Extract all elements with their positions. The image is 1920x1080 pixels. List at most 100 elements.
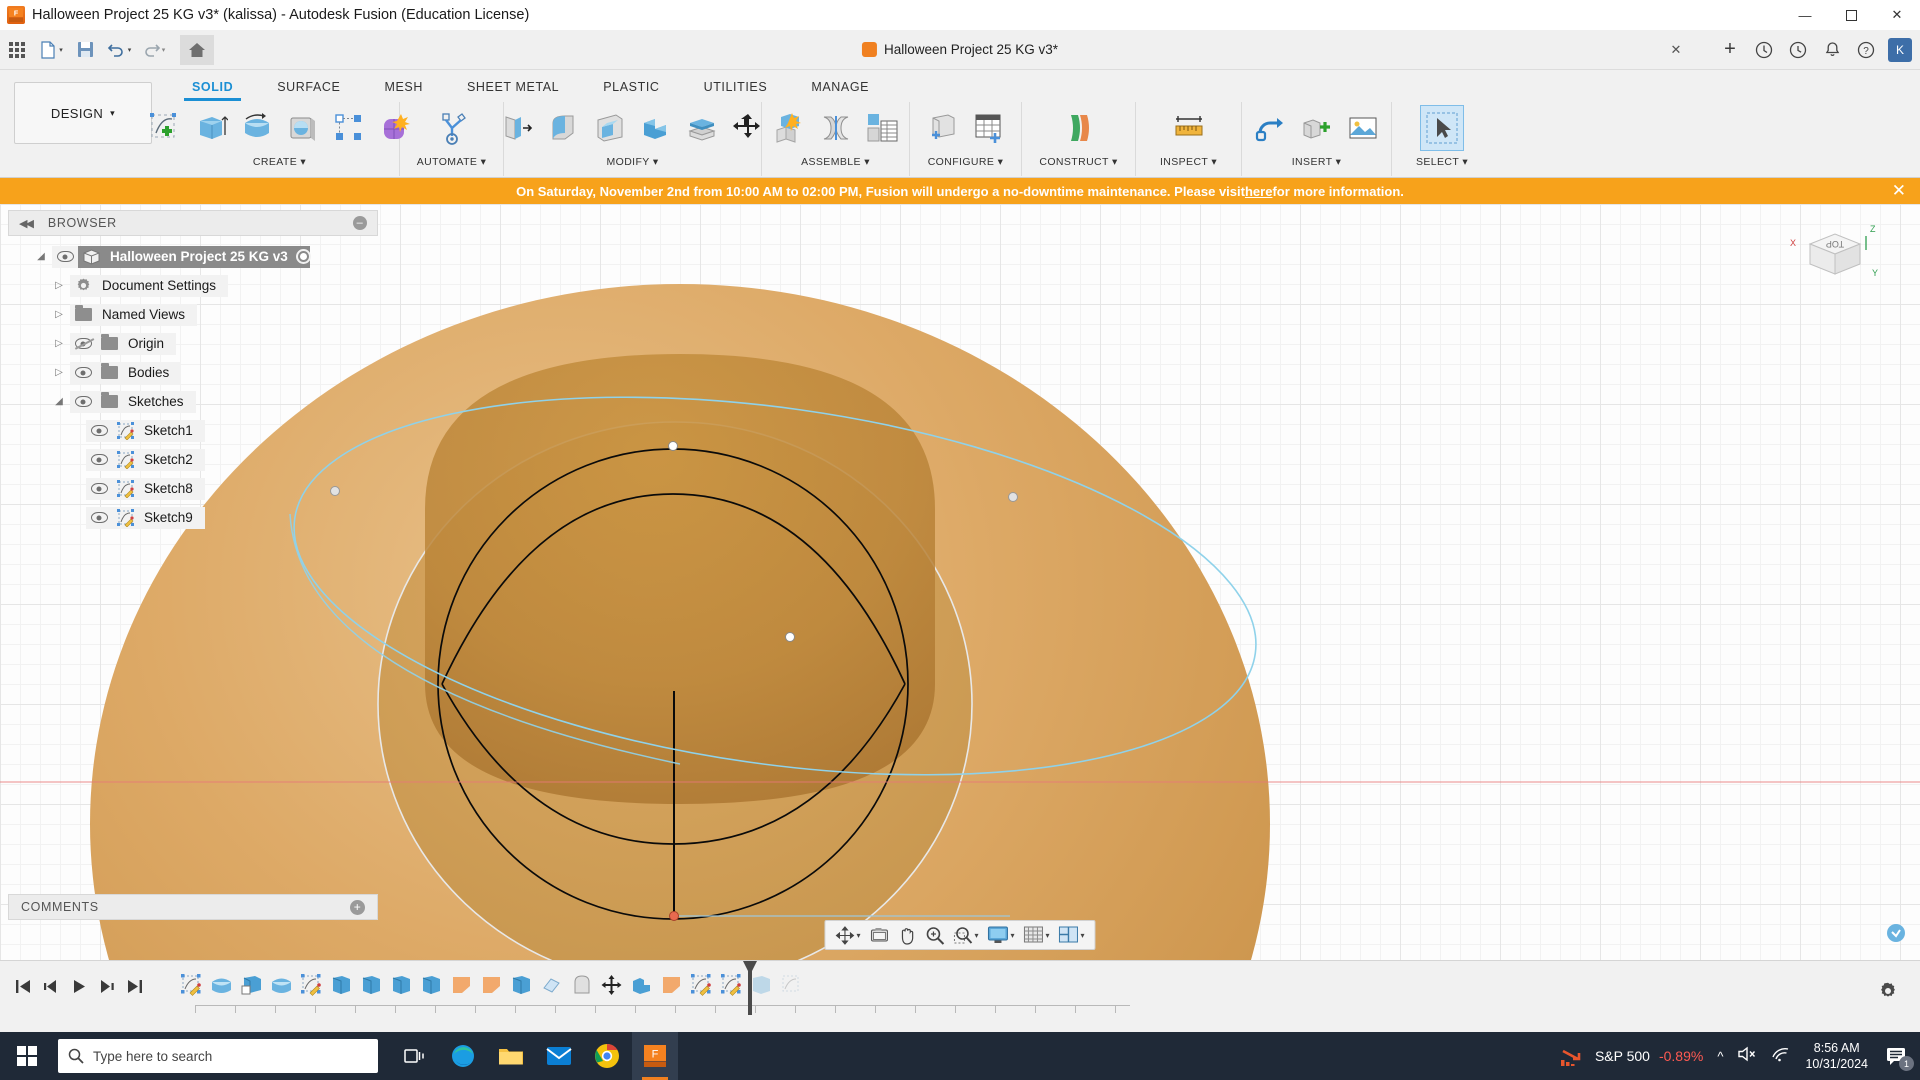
- zoom-window-icon[interactable]: ▾: [949, 922, 982, 948]
- tree-node-sketch2[interactable]: Sketch2: [86, 445, 378, 474]
- shell-icon[interactable]: [588, 105, 632, 151]
- timeline-feature-sketch[interactable]: [688, 969, 715, 1001]
- visibility-icon[interactable]: [70, 390, 96, 413]
- workspace-switcher[interactable]: DESIGN ▾: [14, 82, 152, 144]
- recent-icon[interactable]: [1782, 34, 1814, 66]
- select-arrow-icon[interactable]: [1420, 105, 1464, 151]
- tray-overflow-icon[interactable]: ^: [1717, 1049, 1723, 1064]
- tab-solid[interactable]: SOLID: [170, 76, 255, 101]
- grid-snaps-icon[interactable]: ▾: [1020, 922, 1054, 948]
- expander-icon[interactable]: ▷: [48, 309, 70, 320]
- tab-utilities[interactable]: UTILITIES: [682, 76, 790, 101]
- expander-icon[interactable]: ◢: [48, 396, 70, 407]
- timeline-feature-revolve[interactable]: [208, 969, 235, 1001]
- wifi-icon[interactable]: [1771, 1046, 1791, 1067]
- mail-icon[interactable]: [536, 1032, 582, 1080]
- taskbar-clock[interactable]: 8:56 AM 10/31/2024: [1805, 1040, 1868, 1072]
- timeline-feature-combine[interactable]: [628, 969, 655, 1001]
- tree-node-sketch9[interactable]: Sketch9: [86, 503, 378, 532]
- select-panel-label[interactable]: SELECT ▾: [1416, 154, 1468, 170]
- tree-node-sketch1[interactable]: Sketch1: [86, 416, 378, 445]
- visibility-icon[interactable]: [86, 448, 112, 471]
- viewport[interactable]: ◀◀ BROWSER – ◢ Halloween Project 25 KG v…: [0, 204, 1920, 960]
- tree-node-named-views[interactable]: ▷ Named Views: [48, 300, 378, 329]
- pan-icon[interactable]: [894, 922, 920, 948]
- modify-panel-label[interactable]: MODIFY ▾: [606, 154, 658, 170]
- canvas-icon[interactable]: [1341, 105, 1385, 151]
- save-icon[interactable]: [70, 35, 100, 65]
- new-component-icon[interactable]: [768, 105, 812, 151]
- timeline-feature-cut[interactable]: [448, 969, 475, 1001]
- visibility-icon[interactable]: [86, 419, 112, 442]
- tree-node-sketch8[interactable]: Sketch8: [86, 474, 378, 503]
- measure-icon[interactable]: [1167, 105, 1211, 151]
- component-activate-radio[interactable]: [295, 249, 311, 264]
- step-back-icon[interactable]: [38, 973, 64, 999]
- task-view-icon[interactable]: [392, 1032, 438, 1080]
- construct-panel-label[interactable]: CONSTRUCT ▾: [1039, 154, 1117, 170]
- extrude-icon[interactable]: [189, 105, 233, 151]
- step-forward-icon[interactable]: [94, 973, 120, 999]
- draft-icon[interactable]: [634, 105, 678, 151]
- tree-node-document-settings[interactable]: ▷ Document Settings: [48, 271, 378, 300]
- minimize-button[interactable]: —: [1782, 0, 1828, 30]
- start-button[interactable]: [0, 1032, 54, 1080]
- sweep-icon[interactable]: [281, 105, 325, 151]
- configured-component-icon[interactable]: [921, 105, 965, 151]
- expander-icon[interactable]: ▷: [48, 280, 70, 291]
- redo-icon[interactable]: ▾: [138, 35, 168, 65]
- maximize-button[interactable]: [1828, 0, 1874, 30]
- browser-minimize-icon[interactable]: –: [353, 216, 367, 230]
- collapse-browser-icon[interactable]: ◀◀: [19, 217, 34, 230]
- assemble-panel-label[interactable]: ASSEMBLE ▾: [801, 154, 870, 170]
- create-sketch-icon[interactable]: [143, 105, 187, 151]
- fillet-icon[interactable]: [542, 105, 586, 151]
- add-comment-icon[interactable]: +: [350, 899, 365, 915]
- revolve-icon[interactable]: [235, 105, 279, 151]
- fusion-taskbar-icon[interactable]: F: [632, 1032, 678, 1080]
- timeline-feature-sketch[interactable]: [298, 969, 325, 1001]
- timeline-feature-sketch[interactable]: [178, 969, 205, 1001]
- taskbar-search[interactable]: Type here to search: [58, 1039, 378, 1073]
- banner-close-icon[interactable]: ✕: [1892, 181, 1906, 201]
- home-icon[interactable]: [180, 34, 214, 65]
- timeline-feature-fillet[interactable]: [538, 969, 565, 1001]
- timeline-settings-gear-icon[interactable]: [1878, 981, 1898, 1006]
- chevron-down-icon[interactable]: ▾: [1046, 931, 1050, 940]
- timeline-feature-extrude[interactable]: [358, 969, 385, 1001]
- motion-study-icon[interactable]: [860, 105, 904, 151]
- timeline-feature-cut[interactable]: [478, 969, 505, 1001]
- pattern-icon[interactable]: [327, 105, 371, 151]
- document-tab[interactable]: Halloween Project 25 KG v3*: [861, 42, 1058, 57]
- look-at-icon[interactable]: [865, 922, 893, 948]
- tree-node-origin[interactable]: ▷ Origin: [48, 329, 378, 358]
- insert-derive-icon[interactable]: [1249, 105, 1293, 151]
- configure-panel-label[interactable]: CONFIGURE ▾: [928, 154, 1004, 170]
- notifications-icon[interactable]: [1816, 34, 1848, 66]
- close-button[interactable]: ✕: [1874, 0, 1920, 30]
- new-tab-button[interactable]: +: [1714, 34, 1746, 66]
- play-icon[interactable]: [66, 973, 92, 999]
- expander-icon[interactable]: ◢: [30, 251, 52, 262]
- insert-panel-label[interactable]: INSERT ▾: [1292, 154, 1342, 170]
- visibility-icon[interactable]: [70, 332, 96, 355]
- user-avatar[interactable]: K: [1884, 34, 1916, 66]
- chrome-icon[interactable]: [584, 1032, 630, 1080]
- chevron-down-icon[interactable]: ▾: [974, 931, 978, 940]
- split-face-icon[interactable]: [680, 105, 724, 151]
- action-center-icon[interactable]: 1: [1882, 1041, 1914, 1071]
- joint-icon[interactable]: [814, 105, 858, 151]
- visibility-icon[interactable]: [70, 361, 96, 384]
- timeline-feature-move[interactable]: [598, 969, 625, 1001]
- insert-mcmaster-icon[interactable]: [1295, 105, 1339, 151]
- viewports-icon[interactable]: ▾: [1055, 922, 1089, 948]
- help-bubble-icon[interactable]: [1886, 923, 1906, 948]
- new-document-icon[interactable]: ▾: [36, 35, 66, 65]
- app-grid-icon[interactable]: [2, 35, 32, 65]
- tab-plastic[interactable]: PLASTIC: [581, 76, 681, 101]
- tab-sheet-metal[interactable]: SHEET METAL: [445, 76, 581, 101]
- go-to-end-icon[interactable]: [122, 973, 148, 999]
- stock-widget[interactable]: S&P 500 -0.89%: [1560, 1045, 1703, 1067]
- visibility-icon[interactable]: [52, 245, 78, 268]
- tab-manage[interactable]: MANAGE: [789, 76, 891, 101]
